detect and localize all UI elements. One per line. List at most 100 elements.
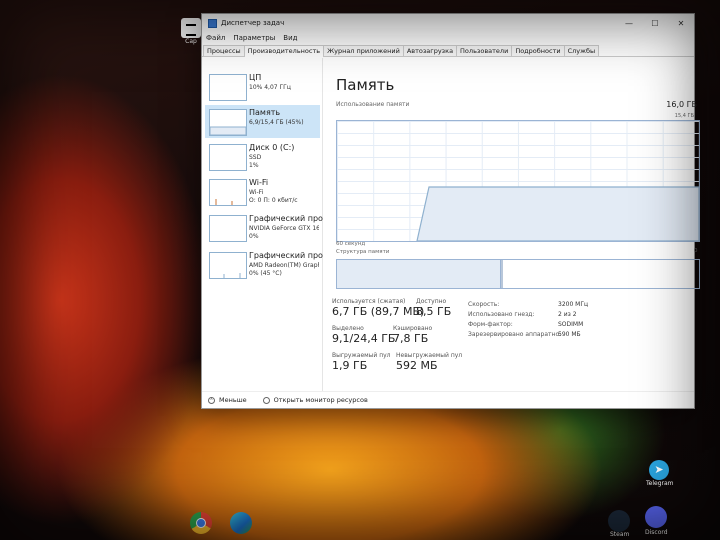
gpu0-thumbnail-graph xyxy=(209,215,247,242)
sidebar-item-label: Графический про xyxy=(249,251,323,260)
sidebar-item-memory[interactable]: Память 6,9/15,4 ГБ (45%) xyxy=(205,105,320,138)
sidebar-item-label: Wi-Fi xyxy=(249,178,269,187)
stat-value: 7,8 ГБ xyxy=(393,332,429,345)
cpu-thumbnail-graph xyxy=(209,74,247,101)
open-resource-monitor-link[interactable]: Открыть монитор ресурсов xyxy=(262,396,368,404)
desktop-icon-label: Telegram xyxy=(646,480,674,487)
menu-view[interactable]: Вид xyxy=(283,34,297,42)
tab-processes[interactable]: Процессы xyxy=(203,45,245,56)
stat-label: Используется (сжатая) xyxy=(332,298,406,305)
performance-panel: ЦП 10% 4,07 ГГц Память 6,9/15,4 ГБ (45%)… xyxy=(202,58,700,392)
detail-value: 590 МБ xyxy=(558,331,581,338)
chevron-up-icon: ⌃ xyxy=(208,396,215,404)
stat-in-use: Используется (сжатая) 6,7 ГБ (89,7 МБ) xyxy=(332,298,424,318)
resource-monitor-icon xyxy=(262,396,270,404)
detail-form-factor: Форм-фактор: SODIMM xyxy=(468,321,583,328)
detail-hardware-reserved: Зарезервировано аппаратно: 590 МБ xyxy=(468,331,581,338)
edge-icon[interactable] xyxy=(230,512,252,534)
tab-app-history[interactable]: Журнал приложений xyxy=(323,45,404,56)
resource-sidebar: ЦП 10% 4,07 ГГц Память 6,9/15,4 ГБ (45%)… xyxy=(202,58,323,392)
telegram-icon: ➤ xyxy=(649,460,669,480)
graph-time-label: 60 секунд xyxy=(336,241,366,247)
stat-label: Невыгружаемый пул xyxy=(396,352,463,359)
window-title: Диспетчер задач xyxy=(221,19,285,27)
tab-bar: Процессы Производительность Журнал прило… xyxy=(202,43,694,57)
page-title: Память xyxy=(336,76,395,94)
chrome-icon[interactable] xyxy=(190,512,212,534)
detail-value: 2 из 2 xyxy=(558,311,577,318)
sidebar-item-detail: 0% (45 °C) xyxy=(249,270,282,277)
stat-label: Выделено xyxy=(332,325,364,332)
detail-value: 3200 МГц xyxy=(558,301,589,308)
sidebar-item-gpu-0[interactable]: Графический про NVIDIA GeForce GTX 165 0… xyxy=(205,211,323,244)
composition-modified xyxy=(500,260,503,288)
stat-value: 6,7 ГБ (89,7 МБ) xyxy=(332,305,425,318)
composition-label: Структура памяти xyxy=(336,249,390,255)
sidebar-item-gpu-1[interactable]: Графический про AMD Radeon(TM) Graph 0% … xyxy=(205,248,323,281)
sidebar-item-detail: О: 0 П: 0 кбит/с xyxy=(249,197,298,204)
maximize-button[interactable]: ☐ xyxy=(642,19,668,28)
stat-value: 1,9 ГБ xyxy=(332,359,368,372)
desktop-icon-telegram[interactable]: ➤ Telegram xyxy=(646,460,674,487)
memory-total: 16,0 ГБ xyxy=(666,100,697,109)
detail-value: SODIMM xyxy=(558,321,584,328)
menu-options[interactable]: Параметры xyxy=(233,34,275,42)
sidebar-item-label: ЦП xyxy=(249,73,262,82)
gpu1-thumbnail-graph xyxy=(209,252,247,279)
discord-label: Discord xyxy=(645,529,668,536)
tab-services[interactable]: Службы xyxy=(563,45,600,56)
memory-usage-graph xyxy=(336,120,700,242)
graph-top-label: 15,4 ГБ xyxy=(674,113,694,119)
menu-bar: Файл Параметры Вид xyxy=(202,32,694,43)
tab-users[interactable]: Пользователи xyxy=(456,45,513,56)
stat-paged-pool: Выгружаемый пул 1,9 ГБ xyxy=(332,352,391,372)
capcut-icon xyxy=(181,18,201,38)
tab-details[interactable]: Подробности xyxy=(511,45,565,56)
desktop-icon-label: Cap xyxy=(185,38,197,45)
sidebar-item-label: Диск 0 (C:) xyxy=(249,143,295,152)
graph-zero-label: 0 xyxy=(694,248,698,254)
tab-startup[interactable]: Автозагрузка xyxy=(402,45,458,56)
detail-speed: Скорость: 3200 МГц xyxy=(468,301,588,308)
stat-nonpaged-pool: Невыгружаемый пул 592 МБ xyxy=(396,352,462,372)
menu-file[interactable]: Файл xyxy=(206,34,225,42)
memory-composition-bar xyxy=(336,259,700,289)
wifi-thumbnail-graph xyxy=(209,179,247,206)
minimize-button[interactable]: — xyxy=(616,19,642,28)
sidebar-item-label: Графический про xyxy=(249,214,323,223)
sidebar-item-detail: AMD Radeon(TM) Graph xyxy=(249,262,319,269)
memory-thumbnail-graph xyxy=(209,109,247,136)
discord-icon[interactable] xyxy=(645,506,667,528)
stat-committed: Выделено 9,1/24,4 ГБ xyxy=(332,325,395,345)
stat-label: Доступно xyxy=(416,298,447,305)
memory-detail-pane: Память 16,0 ГБ Использование памяти 15,4… xyxy=(332,58,700,392)
fewer-details-button[interactable]: ⌃ Меньше xyxy=(208,396,247,404)
stat-cached: Кэшировано 7,8 ГБ xyxy=(393,325,432,345)
sidebar-item-disk[interactable]: Диск 0 (C:) SSD 1% xyxy=(205,140,320,173)
sidebar-item-detail: Wi-Fi xyxy=(249,189,264,196)
desktop-icon-capcut[interactable]: Cap xyxy=(180,18,202,45)
stat-value: 8,5 ГБ xyxy=(416,305,452,318)
stat-value: 592 МБ xyxy=(396,359,438,372)
close-button[interactable]: ✕ xyxy=(668,19,694,28)
sidebar-item-wifi[interactable]: Wi-Fi Wi-Fi О: 0 П: 0 кбит/с xyxy=(205,175,320,208)
detail-key: Зарезервировано аппаратно: xyxy=(468,331,562,338)
sidebar-item-detail: 1% xyxy=(249,162,259,169)
tab-performance[interactable]: Производительность xyxy=(243,45,325,57)
sidebar-item-cpu[interactable]: ЦП 10% 4,07 ГГц xyxy=(205,70,320,103)
steam-icon[interactable] xyxy=(608,510,630,532)
resource-monitor-label: Открыть монитор ресурсов xyxy=(273,396,368,404)
sidebar-item-detail: NVIDIA GeForce GTX 165 xyxy=(249,225,319,232)
composition-in-use xyxy=(337,260,501,288)
steam-label: Steam xyxy=(610,531,630,538)
detail-key: Форм-фактор: xyxy=(468,321,513,328)
task-manager-icon xyxy=(208,18,217,28)
sidebar-item-detail: SSD xyxy=(249,154,262,161)
memory-usage-line xyxy=(416,186,699,241)
stat-label: Кэшировано xyxy=(393,325,433,332)
footer-bar: ⌃ Меньше Открыть монитор ресурсов xyxy=(202,391,694,408)
title-bar: Диспетчер задач — ☐ ✕ xyxy=(202,14,694,32)
fewer-details-label: Меньше xyxy=(219,396,247,404)
stat-available: Доступно 8,5 ГБ xyxy=(416,298,451,318)
task-manager-window: Диспетчер задач — ☐ ✕ Файл Параметры Вид… xyxy=(202,14,700,408)
